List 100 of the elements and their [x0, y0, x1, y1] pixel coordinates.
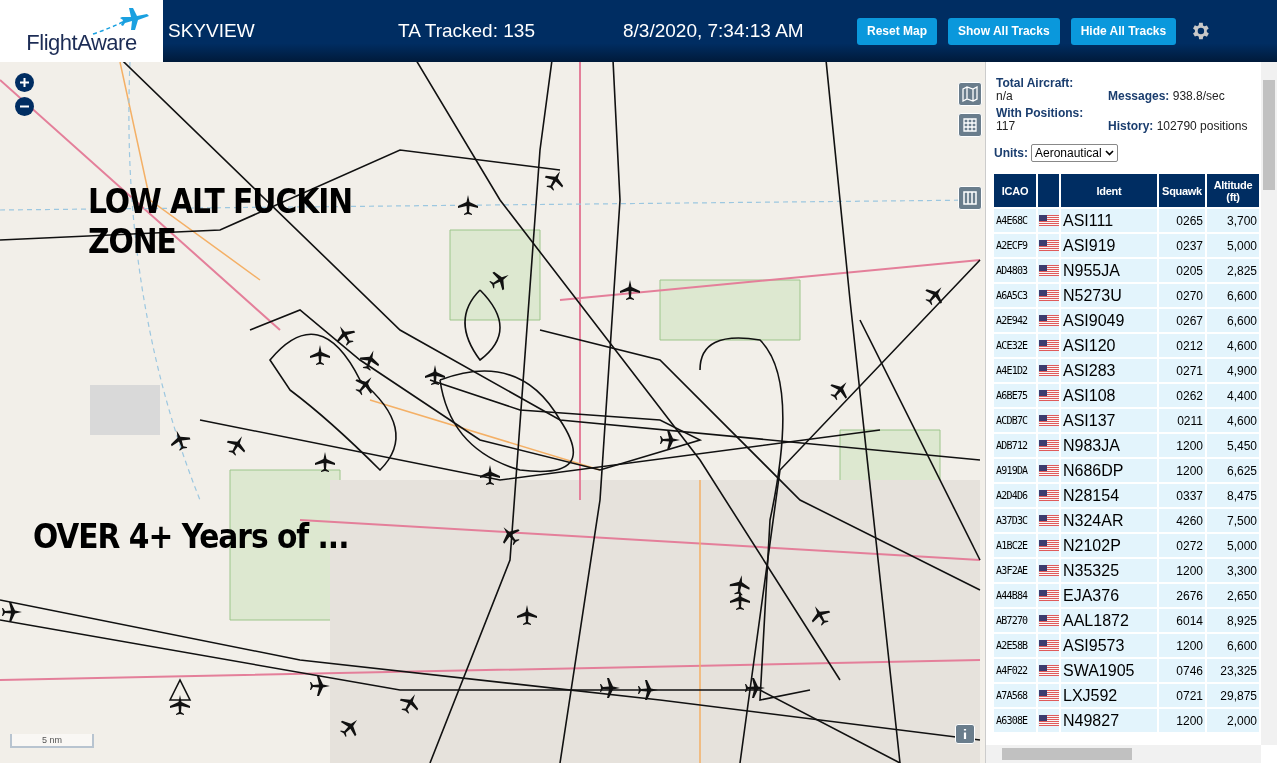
- ident-cell: N983JA: [1061, 434, 1157, 457]
- icao-cell: A1BC2E: [994, 534, 1036, 557]
- squawk-cell: 0211: [1159, 409, 1205, 432]
- squawk-cell: 1200: [1159, 559, 1205, 582]
- icao-cell: A7A568: [994, 684, 1036, 707]
- altitude-cell: 29,875: [1207, 684, 1259, 707]
- flag-icon: [1038, 465, 1059, 476]
- icao-cell: A44B84: [994, 584, 1036, 607]
- ident-cell: LXJ592: [1061, 684, 1157, 707]
- flag-icon: [1038, 665, 1059, 676]
- altitude-cell: 5,000: [1207, 234, 1259, 257]
- ident-cell: N686DP: [1061, 459, 1157, 482]
- altitude-cell: 4,600: [1207, 409, 1259, 432]
- flag-icon: [1038, 690, 1059, 701]
- stat-item: Messages: 938.8/sec: [1108, 90, 1226, 103]
- plus-icon: [19, 77, 30, 88]
- date-time: 8/3/2020, 7:34:13 AM: [623, 20, 805, 42]
- altitude-cell: 5,000: [1207, 534, 1259, 557]
- flag-icon: [1038, 365, 1059, 376]
- ident-cell: N49827: [1061, 709, 1157, 732]
- icao-cell: A4E1D2: [994, 359, 1036, 382]
- squawk-cell: 1200: [1159, 709, 1205, 732]
- squawk-cell: 0337: [1159, 484, 1205, 507]
- column-header[interactable]: Altitude (ft): [1207, 174, 1259, 207]
- ident-cell: N324AR: [1061, 509, 1157, 532]
- chevron-down-icon: [1104, 150, 1114, 156]
- squawk-cell: 0272: [1159, 534, 1205, 557]
- icao-cell: ACDB7C: [994, 409, 1036, 432]
- grid-icon: [962, 117, 978, 133]
- flag-icon: [1038, 315, 1059, 326]
- altitude-cell: 7,500: [1207, 509, 1259, 532]
- icao-cell: A37D3C: [994, 509, 1036, 532]
- icao-cell: ADB712: [994, 434, 1036, 457]
- icao-cell: AD4803: [994, 259, 1036, 282]
- ident-cell: ASI137: [1061, 409, 1157, 432]
- icao-cell: A2D4D6: [994, 484, 1036, 507]
- flag-icon: [1038, 615, 1059, 626]
- info-button[interactable]: [955, 724, 975, 744]
- stat-item: Total Aircraft: n/a: [996, 77, 1075, 103]
- units-select[interactable]: Aeronautical: [1031, 144, 1118, 162]
- annotation-text: OVER 4+ Years of ...: [33, 517, 349, 557]
- altitude-cell: 4,400: [1207, 384, 1259, 407]
- icao-cell: A4F022: [994, 659, 1036, 682]
- altitude-cell: 2,825: [1207, 259, 1259, 282]
- horizontal-scrollbar[interactable]: [986, 745, 1261, 763]
- flag-icon: [1038, 290, 1059, 301]
- stat-item: With Positions: 117: [996, 107, 1085, 133]
- ident-cell: N955JA: [1061, 259, 1157, 282]
- squawk-cell: 0265: [1159, 209, 1205, 232]
- altitude-cell: 8,925: [1207, 609, 1259, 632]
- icao-cell: AB7270: [994, 609, 1036, 632]
- flag-icon: [1038, 440, 1059, 451]
- altitude-cell: 3,300: [1207, 559, 1259, 582]
- squawk-cell: 0205: [1159, 259, 1205, 282]
- flag-icon: [1038, 215, 1059, 226]
- squawk-cell: 0270: [1159, 284, 1205, 307]
- app-title: SKYVIEW: [168, 20, 256, 42]
- scale-bar: 5 nm: [10, 734, 94, 748]
- tracked-count: TA Tracked: 135: [398, 20, 536, 42]
- airplane-icon: [91, 6, 151, 36]
- squawk-cell: 0237: [1159, 234, 1205, 257]
- icao-cell: A6BE75: [994, 384, 1036, 407]
- altitude-cell: 23,325: [1207, 659, 1259, 682]
- column-header[interactable]: ICAO: [994, 174, 1036, 207]
- ident-cell: ASI9049: [1061, 309, 1157, 332]
- ident-cell: ASI283: [1061, 359, 1157, 382]
- altitude-cell: 5,450: [1207, 434, 1259, 457]
- altitude-cell: 6,600: [1207, 634, 1259, 657]
- icao-cell: ACE32E: [994, 334, 1036, 357]
- icao-cell: A4E68C: [994, 209, 1036, 232]
- column-header[interactable]: Ident: [1061, 174, 1157, 207]
- flag-icon: [1038, 415, 1059, 426]
- ident-cell: ASI9573: [1061, 634, 1157, 657]
- squawk-cell: 0212: [1159, 334, 1205, 357]
- ident-cell: ASI111: [1061, 209, 1157, 232]
- ident-cell: ASI108: [1061, 384, 1157, 407]
- map-layer-button[interactable]: [958, 82, 982, 106]
- squawk-cell: 4260: [1159, 509, 1205, 532]
- ident-cell: ASI120: [1061, 334, 1157, 357]
- flag-icon: [1038, 515, 1059, 526]
- altitude-cell: 6,625: [1207, 459, 1259, 482]
- columns-button[interactable]: [958, 186, 982, 210]
- icao-cell: A6A5C3: [994, 284, 1036, 307]
- ident-cell: N28154: [1061, 484, 1157, 507]
- icao-cell: A2E942: [994, 309, 1036, 332]
- squawk-cell: 1200: [1159, 459, 1205, 482]
- altitude-cell: 6,600: [1207, 284, 1259, 307]
- column-header[interactable]: Squawk: [1159, 174, 1205, 207]
- altitude-cell: 3,700: [1207, 209, 1259, 232]
- altitude-cell: 2,000: [1207, 709, 1259, 732]
- vertical-scrollbar[interactable]: [1261, 62, 1277, 745]
- squawk-cell: 6014: [1159, 609, 1205, 632]
- ident-cell: SWA1905: [1061, 659, 1157, 682]
- flag-icon: [1038, 265, 1059, 276]
- grid-button[interactable]: [958, 113, 982, 137]
- ident-cell: EJA376: [1061, 584, 1157, 607]
- flag-icon: [1038, 590, 1059, 601]
- squawk-cell: 0267: [1159, 309, 1205, 332]
- icao-cell: A2E58B: [994, 634, 1036, 657]
- ident-cell: N5273U: [1061, 284, 1157, 307]
